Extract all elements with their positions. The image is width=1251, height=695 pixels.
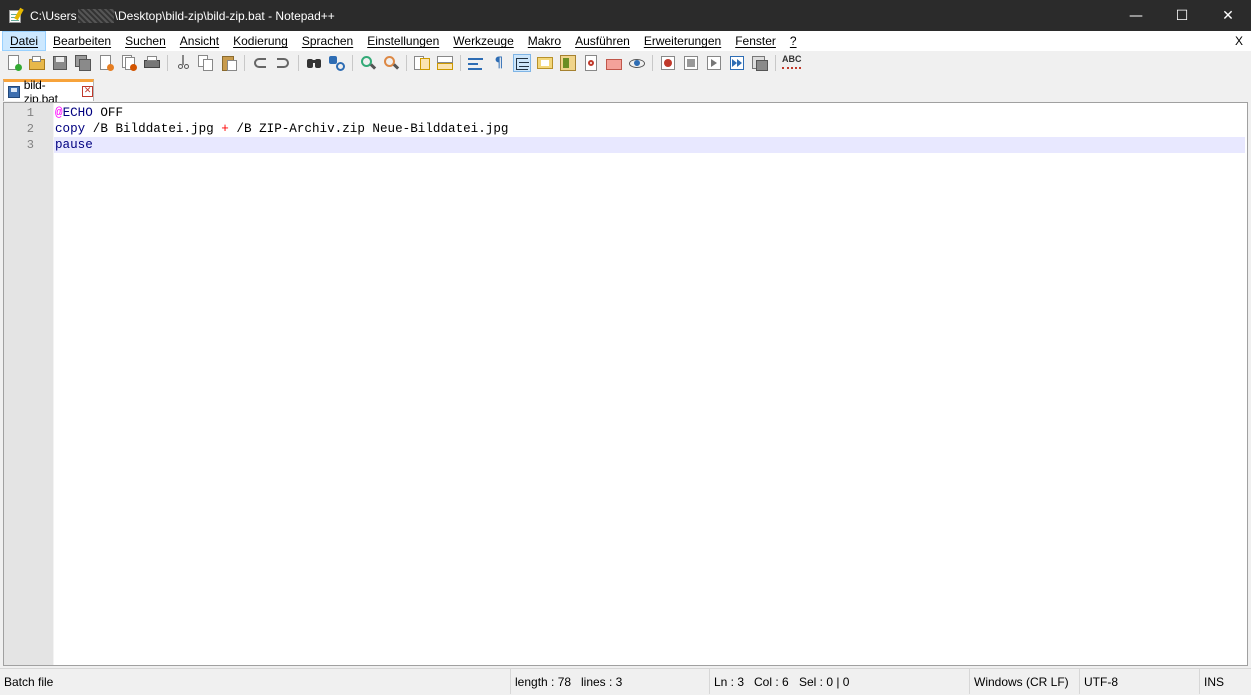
print-icon[interactable] — [143, 54, 161, 72]
replace-icon[interactable] — [328, 54, 346, 72]
function-list-icon[interactable] — [582, 54, 600, 72]
minimize-button[interactable]: — — [1113, 0, 1159, 31]
fold-margin — [53, 103, 54, 665]
close-icon[interactable] — [97, 54, 115, 72]
record-macro-icon[interactable] — [659, 54, 677, 72]
status-length: length : 78 — [510, 669, 577, 694]
token-text: /B ZIP-Archiv.zip Neue-Bilddatei.jpg — [228, 122, 509, 136]
menu-sprachen[interactable]: Sprachen — [295, 31, 360, 51]
line-number-gutter: 1 2 3 — [4, 103, 53, 665]
close-all-icon[interactable] — [120, 54, 138, 72]
word-wrap-icon[interactable] — [467, 54, 485, 72]
spell-check-label: ABC — [782, 54, 802, 64]
menu-werkzeuge[interactable]: Werkzeuge — [446, 31, 520, 51]
line-number: 3 — [26, 138, 34, 152]
sync-vertical-icon[interactable] — [413, 54, 431, 72]
redo-icon[interactable] — [274, 54, 292, 72]
redacted-username — [77, 8, 114, 23]
document-map-icon[interactable] — [559, 54, 577, 72]
status-col: Col : 6 — [754, 675, 789, 689]
menu-kodierung[interactable]: Kodierung — [226, 31, 295, 51]
toolbar: ¶ ABC — [0, 51, 1251, 75]
stop-macro-icon[interactable] — [682, 54, 700, 72]
run-macro-multiple-icon[interactable] — [728, 54, 746, 72]
menu-fenster[interactable]: Fenster — [728, 31, 783, 51]
notepad-app-icon[interactable] — [8, 7, 24, 24]
title-suffix: \Desktop\bild-zip\bild-zip.bat - Notepad… — [114, 8, 335, 23]
status-sel: Sel : 0 | 0 — [799, 675, 850, 689]
save-all-icon[interactable] — [74, 54, 92, 72]
open-file-icon[interactable] — [28, 54, 46, 72]
save-icon[interactable] — [51, 54, 69, 72]
status-bar: Batch file length : 78 lines : 3 Ln : 3 … — [0, 668, 1251, 694]
new-file-icon[interactable] — [5, 54, 23, 72]
status-ln: Ln : 3 — [709, 669, 749, 694]
menu-ansicht[interactable]: Ansicht — [173, 31, 226, 51]
editor[interactable]: 1 2 3 @ECHO OFF copy /B Bilddatei.jpg + … — [3, 102, 1248, 666]
indent-guide-icon[interactable] — [513, 54, 531, 72]
status-eol[interactable]: Windows (CR LF) — [969, 669, 1079, 694]
code-line-3[interactable]: pause — [54, 137, 1245, 153]
menu-suchen[interactable]: Suchen — [118, 31, 173, 51]
maximize-button[interactable]: ☐ — [1159, 0, 1205, 31]
status-insert-mode[interactable]: INS — [1199, 669, 1251, 694]
zoom-out-icon[interactable] — [382, 54, 400, 72]
menu-bearbeiten[interactable]: Bearbeiten — [46, 31, 118, 51]
undo-icon[interactable] — [251, 54, 269, 72]
line-number: 1 — [26, 106, 34, 120]
menu-bar: Datei Bearbeiten Suchen Ansicht Kodierun… — [0, 31, 1251, 51]
saved-file-icon — [8, 85, 20, 98]
find-icon[interactable] — [305, 54, 323, 72]
code-line-2[interactable]: copy /B Bilddatei.jpg + /B ZIP-Archiv.zi… — [54, 121, 1245, 137]
token-keyword: copy — [55, 122, 86, 136]
cut-icon[interactable] — [174, 54, 192, 72]
close-window-button[interactable]: ✕ — [1205, 0, 1251, 31]
token-keyword: pause — [55, 138, 93, 152]
user-defined-language-icon[interactable] — [536, 54, 554, 72]
close-document-button[interactable]: X — [1235, 31, 1243, 51]
token-at: @ — [55, 106, 63, 120]
folder-as-workspace-icon[interactable] — [605, 54, 623, 72]
copy-icon[interactable] — [197, 54, 215, 72]
token-keyword: ECHO — [62, 106, 93, 120]
menu-erweiterungen[interactable]: Erweiterungen — [637, 31, 728, 51]
menu-datei[interactable]: Datei — [2, 31, 47, 51]
monitoring-icon[interactable] — [628, 54, 646, 72]
play-macro-icon[interactable] — [705, 54, 723, 72]
menu-makro[interactable]: Makro — [521, 31, 568, 51]
status-encoding[interactable]: UTF-8 — [1079, 669, 1199, 694]
tab-bar: bild-zip.bat ✕ — [0, 75, 1251, 106]
paste-icon[interactable] — [220, 54, 238, 72]
status-file-type: Batch file — [4, 675, 54, 689]
token-text: /B Bilddatei.jpg — [85, 122, 222, 136]
zoom-in-icon[interactable] — [359, 54, 377, 72]
token-operator: + — [221, 122, 229, 136]
token-text: OFF — [92, 106, 124, 120]
code-line-1[interactable]: @ECHO OFF — [54, 105, 1245, 121]
menu-help[interactable]: ? — [783, 31, 804, 51]
spell-check-icon[interactable]: ABC — [781, 54, 803, 72]
tab-bild-zip[interactable]: bild-zip.bat ✕ — [3, 78, 94, 106]
menu-einstellungen[interactable]: Einstellungen — [360, 31, 446, 51]
menu-ausfuehren[interactable]: Ausführen — [568, 31, 637, 51]
title-prefix: C:\Users — [30, 8, 77, 23]
show-all-characters-icon[interactable]: ¶ — [490, 54, 508, 72]
line-number: 2 — [26, 122, 34, 136]
status-lines: lines : 3 — [581, 675, 623, 689]
title-bar: C:\Users \Desktop\bild-zip\bild-zip.bat -… — [0, 0, 1251, 31]
window-title: C:\Users \Desktop\bild-zip\bild-zip.bat -… — [30, 8, 335, 23]
save-macro-icon[interactable] — [751, 54, 769, 72]
tab-close-icon[interactable]: ✕ — [82, 86, 93, 97]
sync-horizontal-icon[interactable] — [436, 54, 454, 72]
